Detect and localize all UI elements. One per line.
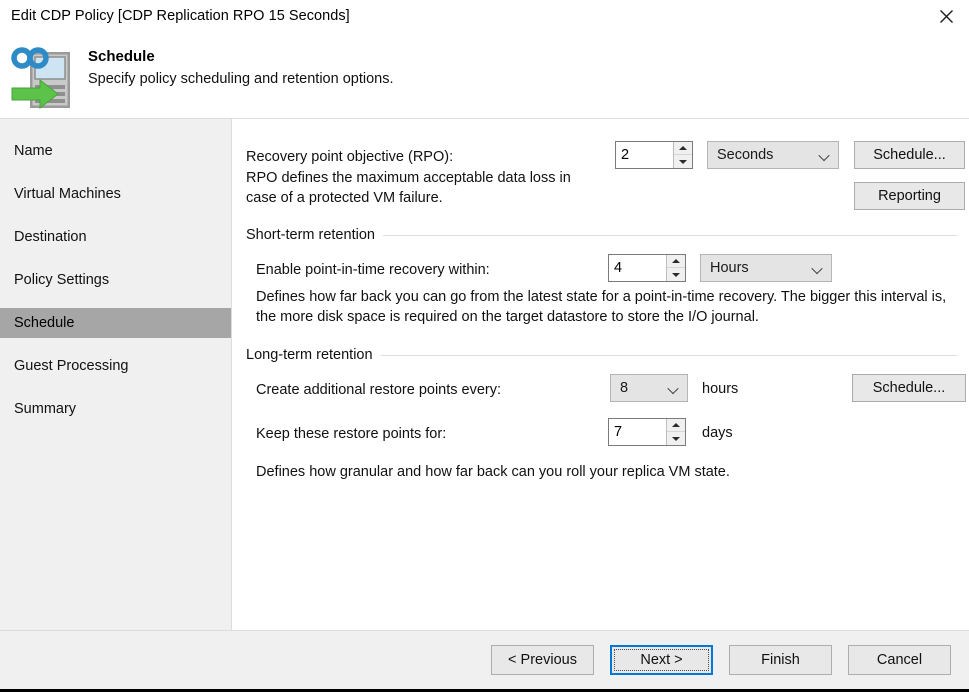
pit-stepper-down[interactable] xyxy=(667,268,685,281)
rpo-label-row: Recovery point objective (RPO): xyxy=(246,149,453,165)
next-button[interactable]: Next > xyxy=(610,645,713,675)
rpo-stepper-up[interactable] xyxy=(674,142,692,155)
close-button[interactable] xyxy=(923,0,969,32)
sidebar-item-summary[interactable]: Summary xyxy=(0,394,231,424)
caret-down-icon xyxy=(672,436,680,441)
long-term-retention-label: Long-term retention xyxy=(246,347,373,363)
point-in-time-unit-select[interactable]: Hours xyxy=(700,254,832,282)
chevron-down-icon xyxy=(820,153,829,158)
keep-restore-points-label-row: Keep these restore points for: xyxy=(256,426,446,442)
long-term-schedule-button[interactable]: Schedule... xyxy=(852,374,966,402)
rpo-unit-value: Seconds xyxy=(717,147,774,163)
sidebar-item-schedule[interactable]: Schedule xyxy=(0,308,231,338)
edit-cdp-policy-dialog: Edit CDP Policy [CDP Replication RPO 15 … xyxy=(0,0,969,692)
pit-label-row: Enable point-in-time recovery within: xyxy=(256,262,490,278)
point-in-time-label: Enable point-in-time recovery within: xyxy=(256,262,490,278)
keep-days-stepper[interactable]: 7 xyxy=(608,418,686,446)
rpo-label: Recovery point objective (RPO): xyxy=(246,149,454,165)
create-interval-value: 8 xyxy=(620,380,629,396)
keep-days-stepper-down[interactable] xyxy=(667,432,685,445)
rpo-unit-select[interactable]: Seconds xyxy=(707,141,839,169)
pit-stepper-buttons[interactable] xyxy=(666,255,685,281)
short-term-retention-group-header: Short-term retention xyxy=(246,227,957,243)
dialog-header: Schedule Specify policy scheduling and r… xyxy=(0,32,969,118)
point-in-time-value[interactable]: 4 xyxy=(609,255,666,281)
point-in-time-value-stepper[interactable]: 4 xyxy=(608,254,686,282)
create-interval-unit: hours xyxy=(702,381,739,397)
chevron-down-icon xyxy=(813,266,822,271)
create-restore-points-label: Create additional restore points every: xyxy=(256,382,502,398)
cdp-policy-icon xyxy=(8,40,78,116)
schedule-panel: Recovery point objective (RPO): 2 Second… xyxy=(232,119,969,630)
previous-button[interactable]: < Previous xyxy=(491,645,594,675)
pit-stepper-up[interactable] xyxy=(667,255,685,268)
short-term-retention-label: Short-term retention xyxy=(246,227,375,243)
rpo-value[interactable]: 2 xyxy=(616,142,673,168)
keep-days-stepper-up[interactable] xyxy=(667,419,685,432)
long-term-retention-group-header: Long-term retention xyxy=(246,347,957,363)
title-bar: Edit CDP Policy [CDP Replication RPO 15 … xyxy=(0,0,969,32)
rpo-stepper-down[interactable] xyxy=(674,155,692,168)
rpo-value-stepper[interactable]: 2 xyxy=(615,141,693,169)
wizard-sidebar: Name Virtual Machines Destination Policy… xyxy=(0,119,232,630)
caret-up-icon xyxy=(679,146,687,150)
create-interval-select[interactable]: 8 xyxy=(610,374,688,402)
caret-down-icon xyxy=(672,272,680,277)
finish-button[interactable]: Finish xyxy=(729,645,832,675)
rpo-schedule-button[interactable]: Schedule... xyxy=(854,141,965,169)
sidebar-item-destination[interactable]: Destination xyxy=(0,222,231,252)
sidebar-item-name[interactable]: Name xyxy=(0,136,231,166)
chevron-down-icon xyxy=(669,386,678,391)
page-subtitle: Specify policy scheduling and retention … xyxy=(88,71,394,87)
page-title: Schedule xyxy=(88,48,155,65)
dialog-footer: < Previous Next > Finish Cancel xyxy=(0,630,969,689)
rpo-stepper-buttons[interactable] xyxy=(673,142,692,168)
point-in-time-unit-value: Hours xyxy=(710,260,749,276)
sidebar-item-guest-processing[interactable]: Guest Processing xyxy=(0,351,231,381)
create-restore-points-label-row: Create additional restore points every: xyxy=(256,382,501,398)
sidebar-item-virtual-machines[interactable]: Virtual Machines xyxy=(0,179,231,209)
cancel-button[interactable]: Cancel xyxy=(848,645,951,675)
keep-restore-points-label: Keep these restore points for: xyxy=(256,426,447,442)
header-text-block: Schedule Specify policy scheduling and r… xyxy=(88,38,394,89)
rpo-description: RPO defines the maximum acceptable data … xyxy=(246,170,571,206)
group-divider xyxy=(382,234,957,236)
long-term-description: Defines how granular and how far back ca… xyxy=(256,464,730,480)
dialog-body: Name Virtual Machines Destination Policy… xyxy=(0,118,969,630)
rpo-reporting-button[interactable]: Reporting xyxy=(854,182,965,210)
caret-down-icon xyxy=(679,159,687,164)
group-divider xyxy=(380,354,957,356)
keep-days-value[interactable]: 7 xyxy=(609,419,666,445)
caret-up-icon xyxy=(672,423,680,427)
sidebar-item-policy-settings[interactable]: Policy Settings xyxy=(0,265,231,295)
window-title: Edit CDP Policy [CDP Replication RPO 15 … xyxy=(11,8,350,24)
short-term-description: Defines how far back you can go from the… xyxy=(256,289,947,325)
close-icon xyxy=(939,9,953,23)
caret-up-icon xyxy=(672,259,680,263)
keep-days-stepper-buttons[interactable] xyxy=(666,419,685,445)
keep-days-unit: days xyxy=(702,425,733,441)
